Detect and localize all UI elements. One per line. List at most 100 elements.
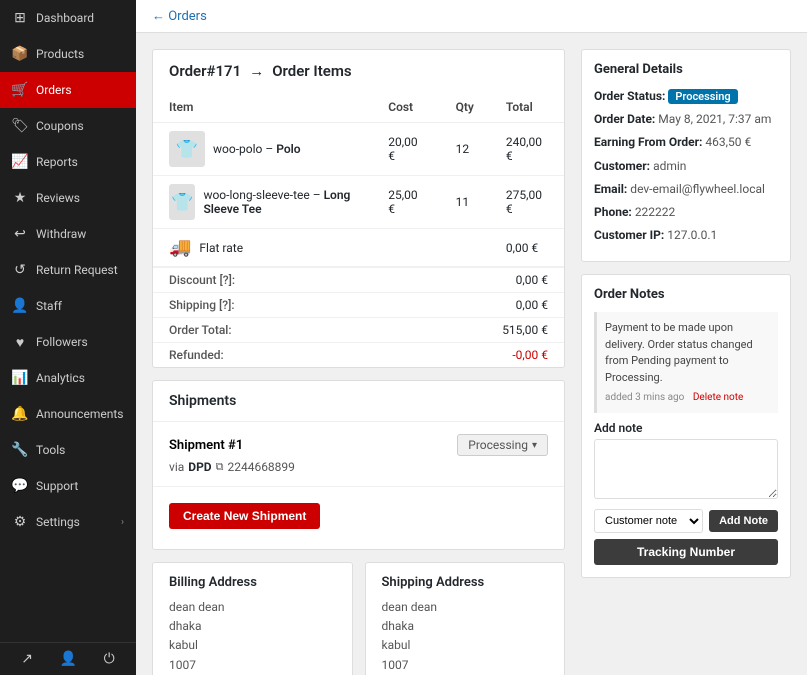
user-profile-icon[interactable]: 👤	[60, 651, 77, 667]
product-thumb-1: 👕	[169, 131, 205, 167]
add-note-button[interactable]: Add Note	[709, 510, 778, 532]
dashboard-icon: ⊞	[12, 10, 28, 26]
shipment-item: Shipment #1 Processing ▾ via DPD ⧉ 22446…	[153, 422, 564, 487]
col-total: Total	[490, 92, 564, 123]
ip-value: 127.0.0.1	[667, 228, 717, 242]
note-item: Payment to be made upon delivery. Order …	[594, 312, 778, 413]
email-value: dev-email@flywheel.local	[630, 182, 765, 196]
shipping-address-content: dean deandhakakabul1007	[382, 598, 549, 675]
customer-label: Customer:	[594, 159, 650, 173]
order-arrow: →	[249, 62, 264, 80]
carrier-name: DPD	[188, 460, 211, 474]
table-row: 👕 woo-long-sleeve-tee – Long Sleeve Tee …	[153, 176, 564, 229]
email-row: Email: dev-email@flywheel.local	[594, 180, 778, 199]
sidebar-item-followers[interactable]: ♥ Followers	[0, 324, 136, 360]
add-note-textarea[interactable]	[594, 439, 778, 499]
reviews-icon: ★	[12, 190, 28, 206]
return-icon: ↺	[12, 262, 28, 278]
sidebar-item-return-request[interactable]: ↺ Return Request	[0, 252, 136, 288]
general-details-title: General Details	[594, 62, 778, 77]
table-row: 👕 woo-polo – Polo 20,00 € 12 240,00 €	[153, 123, 564, 176]
refunded-label: Refunded:	[153, 343, 382, 368]
settings-icon: ⚙	[12, 514, 28, 530]
shipping-address-title: Shipping Address	[382, 575, 549, 590]
table-row: 🚚 Flat rate 0,00 €	[153, 229, 564, 267]
phone-value: 222222	[635, 205, 675, 219]
reports-icon: 📈	[12, 154, 28, 170]
summary-row-discount: Discount [?]: 0,00 €	[153, 268, 564, 293]
sidebar-item-analytics[interactable]: 📊 Analytics	[0, 360, 136, 396]
right-column: General Details Order Status: Processing…	[581, 49, 791, 659]
sidebar-item-reviews[interactable]: ★ Reviews	[0, 180, 136, 216]
order-subtitle: Order Items	[272, 62, 351, 80]
sidebar-item-dashboard[interactable]: ⊞ Dashboard	[0, 0, 136, 36]
power-icon[interactable]: ⏻	[104, 651, 115, 667]
earning-value: 463,50 €	[705, 135, 751, 149]
copy-icon[interactable]: ⧉	[216, 460, 224, 474]
sidebar-item-products[interactable]: 📦 Products	[0, 36, 136, 72]
note-text: Payment to be made upon delivery. Order …	[605, 321, 753, 384]
total-value: 515,00 €	[382, 318, 564, 343]
discount-label: Discount [?]:	[153, 268, 382, 293]
sidebar-item-withdraw[interactable]: ↩ Withdraw	[0, 216, 136, 252]
external-link-icon[interactable]: ↗	[21, 651, 33, 667]
order-status-label: Order Status:	[594, 89, 665, 103]
followers-icon: ♥	[12, 334, 28, 350]
sidebar-item-settings[interactable]: ⚙ Settings ›	[0, 504, 136, 540]
discount-value: 0,00 €	[382, 268, 564, 293]
shipment-row: Shipment #1 Processing ▾	[169, 434, 548, 456]
sidebar-item-staff[interactable]: 👤 Staff	[0, 288, 136, 324]
order-title: Order#171 → Order Items	[153, 50, 564, 92]
product-cost-3	[372, 229, 439, 267]
ip-row: Customer IP: 127.0.0.1	[594, 226, 778, 245]
shipment-tracking-number: 2244668899	[227, 460, 294, 474]
sidebar-item-support[interactable]: 💬 Support	[0, 468, 136, 504]
shipping-label: Shipping [?]:	[153, 293, 382, 318]
address-row: Billing Address dean deandhakakabul1007 …	[152, 562, 565, 675]
note-meta: added 3 mins ago Delete note	[605, 390, 770, 405]
order-number: Order#171	[169, 62, 241, 80]
note-type-select[interactable]: Customer note	[594, 509, 703, 533]
delete-note-link[interactable]: Delete note	[693, 392, 743, 403]
shipment-carrier-info: via DPD ⧉ 2244668899	[169, 460, 548, 474]
analytics-icon: 📊	[12, 370, 28, 386]
summary-row-total: Order Total: 515,00 €	[153, 318, 564, 343]
sidebar-item-orders[interactable]: 🛒 Orders	[0, 72, 136, 108]
product-name-1: woo-polo – Polo	[213, 142, 301, 156]
product-cell-2: 👕 woo-long-sleeve-tee – Long Sleeve Tee	[153, 176, 372, 229]
tracking-number-button[interactable]: Tracking Number	[594, 539, 778, 565]
sidebar-item-coupons[interactable]: 🏷 Coupons	[0, 108, 136, 144]
general-details-box: General Details Order Status: Processing…	[581, 49, 791, 262]
refunded-value: -0,00 €	[382, 343, 564, 368]
product-total-2: 275,00 €	[490, 176, 564, 229]
shipment-status-dropdown[interactable]: Processing ▾	[457, 434, 548, 456]
billing-address-content: dean deandhakakabul1007	[169, 598, 336, 675]
earning-label: Earning From Order:	[594, 135, 702, 149]
billing-address-box: Billing Address dean deandhakakabul1007	[152, 562, 353, 675]
summary-row-refunded: Refunded: -0,00 €	[153, 343, 564, 368]
sidebar-bottom: ↗ 👤 ⏻	[0, 642, 136, 675]
sidebar-item-tools[interactable]: 🔧 Tools	[0, 432, 136, 468]
orders-breadcrumb-link[interactable]: ← Orders	[152, 8, 207, 24]
earning-row: Earning From Order: 463,50 €	[594, 133, 778, 152]
order-summary-table: Discount [?]: 0,00 € Shipping [?]: 0,00 …	[153, 267, 564, 367]
sidebar-item-reports[interactable]: 📈 Reports	[0, 144, 136, 180]
product-qty-3	[440, 229, 490, 267]
col-qty: Qty	[440, 92, 490, 123]
email-label: Email:	[594, 182, 627, 196]
create-shipment-area: Create New Shipment	[153, 487, 564, 549]
via-text: via	[169, 460, 184, 474]
product-total-1: 240,00 €	[490, 123, 564, 176]
sidebar-item-announcements[interactable]: 🔔 Announcements	[0, 396, 136, 432]
product-qty-1: 12	[440, 123, 490, 176]
staff-icon: 👤	[12, 298, 28, 314]
settings-chevron-icon: ›	[121, 517, 124, 528]
create-shipment-button[interactable]: Create New Shipment	[169, 503, 320, 529]
order-items-section: Order#171 → Order Items Item Cost Qty To…	[152, 49, 565, 368]
tools-icon: 🔧	[12, 442, 28, 458]
ip-label: Customer IP:	[594, 228, 664, 242]
shipment-status-text: Processing	[468, 438, 528, 452]
main-content: ← Orders Order#171 → Order Items Item Co…	[136, 0, 807, 675]
customer-row: Customer: admin	[594, 157, 778, 176]
order-items-table: Item Cost Qty Total 👕 woo-polo – Polo	[153, 92, 564, 267]
